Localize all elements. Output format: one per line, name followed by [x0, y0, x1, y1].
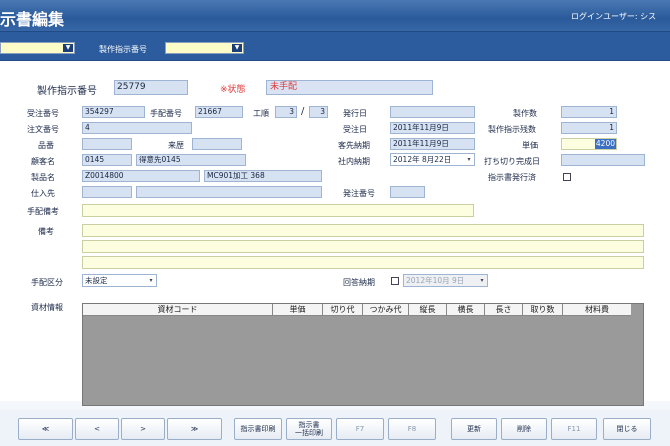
kyaku-nouki-field[interactable]: 2011年11月9日 — [390, 138, 475, 150]
kaitou-nouki-checkbox[interactable] — [391, 277, 399, 285]
biko-field-3[interactable] — [82, 256, 644, 269]
title-bar — [0, 0, 670, 32]
next-record-button[interactable]: > — [121, 418, 165, 440]
order-no-field[interactable]: 25779 — [114, 80, 188, 95]
uchikiri-label: 打ち切り完成日 — [484, 157, 540, 166]
prev-record-button[interactable]: < — [75, 418, 119, 440]
order-no-label: 製作指示番号 — [37, 86, 97, 97]
kokyaku-name-field[interactable]: 得意先0145 — [136, 154, 246, 166]
kaitou-nouki-label: 回答納期 — [343, 278, 375, 287]
chevron-down-icon[interactable]: ▼ — [63, 44, 73, 52]
grid-col-header[interactable]: 材料費 — [563, 304, 631, 316]
koujun-separator: / — [301, 106, 305, 117]
status-field: 未手配 — [266, 80, 433, 95]
grid-col-header[interactable]: 縦長 — [409, 304, 447, 316]
update-button[interactable]: 更新 — [451, 418, 497, 440]
bulk-print-button[interactable]: 指示書 一括印刷 — [286, 418, 332, 440]
kokyaku-code-field[interactable]: 0145 — [82, 154, 132, 166]
print-instruction-button[interactable]: 指示書印刷 — [234, 418, 282, 440]
chevron-down-icon[interactable]: ▾ — [465, 155, 473, 164]
hakko-zumi-checkbox[interactable] — [563, 173, 571, 181]
grid-col-header[interactable]: 長さ — [485, 304, 523, 316]
hinban-field[interactable] — [82, 138, 132, 150]
chevron-down-icon[interactable]: ▾ — [147, 276, 155, 285]
tehai-kubun-label: 手配区分 — [31, 278, 63, 287]
materials-grid[interactable]: 資材コード 単価 切り代 つかみ代 縦長 横長 長さ 取り数 材料費 — [82, 303, 644, 406]
shiire-label: 仕入先 — [31, 189, 55, 198]
raireki-field[interactable] — [192, 138, 242, 150]
koujun-label: 工順 — [253, 109, 269, 118]
grid-col-header[interactable]: 横長 — [447, 304, 485, 316]
kaitou-nouki-picker[interactable]: 2012年10月 9日 ▾ — [403, 274, 488, 287]
jyuchu-date-field[interactable]: 2011年11月9日 — [390, 122, 475, 134]
f11-button[interactable]: F11 — [551, 418, 597, 440]
seisaku-su-field[interactable]: 1 — [561, 106, 617, 118]
close-button[interactable]: 閉じる — [603, 418, 651, 440]
grid-label: 資材情報 — [31, 303, 63, 312]
shiire-name-field[interactable] — [136, 186, 322, 198]
tehai-kubun-select[interactable]: 未設定 ▾ — [82, 274, 157, 287]
f8-button[interactable]: F8 — [388, 418, 436, 440]
seisaku-su-label: 製作数 — [513, 109, 537, 118]
tehai-biko-field[interactable] — [82, 204, 474, 217]
tehai-no-label: 手配番号 — [150, 109, 182, 118]
order-no-combo[interactable]: ▼ — [165, 42, 244, 54]
grid-col-header[interactable]: 切り代 — [323, 304, 363, 316]
tanka-value: 4200 — [594, 139, 616, 149]
grid-col-header[interactable]: つかみ代 — [363, 304, 409, 316]
seihin-name-field[interactable]: MC901加工 368 — [204, 170, 322, 182]
shiji-zan-label: 製作指示残数 — [488, 125, 536, 134]
hacchu-no-field[interactable] — [390, 186, 425, 198]
grid-col-header[interactable]: 資材コード — [83, 304, 273, 316]
biko-label: 備考 — [38, 227, 54, 236]
shanai-nouki-value: 2012年 8月22日 — [393, 155, 452, 164]
toolbar-order-no-label: 製作指示番号 — [99, 45, 147, 54]
status-label: ※状態 — [220, 85, 246, 95]
jyuchu-no-field[interactable]: 354297 — [82, 106, 145, 118]
tanka-field[interactable]: 4200 — [561, 138, 617, 150]
hinban-label: 品番 — [38, 141, 54, 150]
login-user-label: ログインユーザー: シス — [571, 12, 657, 21]
koujun-field-1[interactable]: 3 — [275, 106, 297, 118]
chevron-down-icon[interactable]: ▼ — [232, 44, 242, 52]
hakko-date-label: 発行日 — [343, 109, 367, 118]
first-record-button[interactable]: ≪ — [18, 418, 73, 440]
last-record-button[interactable]: ≫ — [167, 418, 222, 440]
tehai-no-field[interactable]: 21667 — [195, 106, 243, 118]
window-title: 示書編集 — [0, 10, 65, 29]
hakko-zumi-label: 指示書発行済 — [488, 173, 536, 182]
grid-header: 資材コード 単価 切り代 つかみ代 縦長 横長 長さ 取り数 材料費 — [83, 304, 631, 316]
raireki-label: 来歴 — [168, 141, 184, 150]
seihin-code-field[interactable]: Z0014800 — [82, 170, 200, 182]
hacchu-no-label: 発注番号 — [343, 189, 375, 198]
chevron-down-icon[interactable]: ▾ — [478, 276, 486, 285]
filter-combo-1[interactable]: ▼ — [0, 42, 75, 54]
shiji-zan-field[interactable]: 1 — [561, 122, 617, 134]
shiire-code-field[interactable] — [82, 186, 132, 198]
tanka-label: 単価 — [522, 141, 538, 150]
koujun-field-2[interactable]: 3 — [309, 106, 328, 118]
jyuchu-date-label: 受注日 — [343, 125, 367, 134]
chumon-no-field[interactable]: 4 — [82, 122, 192, 134]
biko-field-1[interactable] — [82, 224, 644, 237]
chumon-no-label: 注文番号 — [27, 125, 59, 134]
hakko-date-field[interactable] — [390, 106, 475, 118]
uchikiri-field[interactable] — [561, 154, 645, 166]
jyuchu-no-label: 受注番号 — [27, 109, 59, 118]
kyaku-nouki-label: 客先納期 — [338, 141, 370, 150]
grid-col-header[interactable]: 取り数 — [523, 304, 563, 316]
shanai-nouki-label: 社内納期 — [338, 157, 370, 166]
tehai-kubun-value: 未設定 — [85, 276, 108, 285]
tehai-biko-label: 手配備考 — [27, 207, 59, 216]
seihin-label: 製品名 — [31, 173, 55, 182]
shanai-nouki-picker[interactable]: 2012年 8月22日 ▾ — [390, 153, 475, 166]
kokyaku-label: 顧客名 — [31, 157, 55, 166]
delete-button[interactable]: 削除 — [501, 418, 547, 440]
f7-button[interactable]: F7 — [336, 418, 384, 440]
kaitou-nouki-value: 2012年10月 9日 — [406, 276, 465, 285]
grid-col-header[interactable]: 単価 — [273, 304, 323, 316]
biko-field-2[interactable] — [82, 240, 644, 253]
